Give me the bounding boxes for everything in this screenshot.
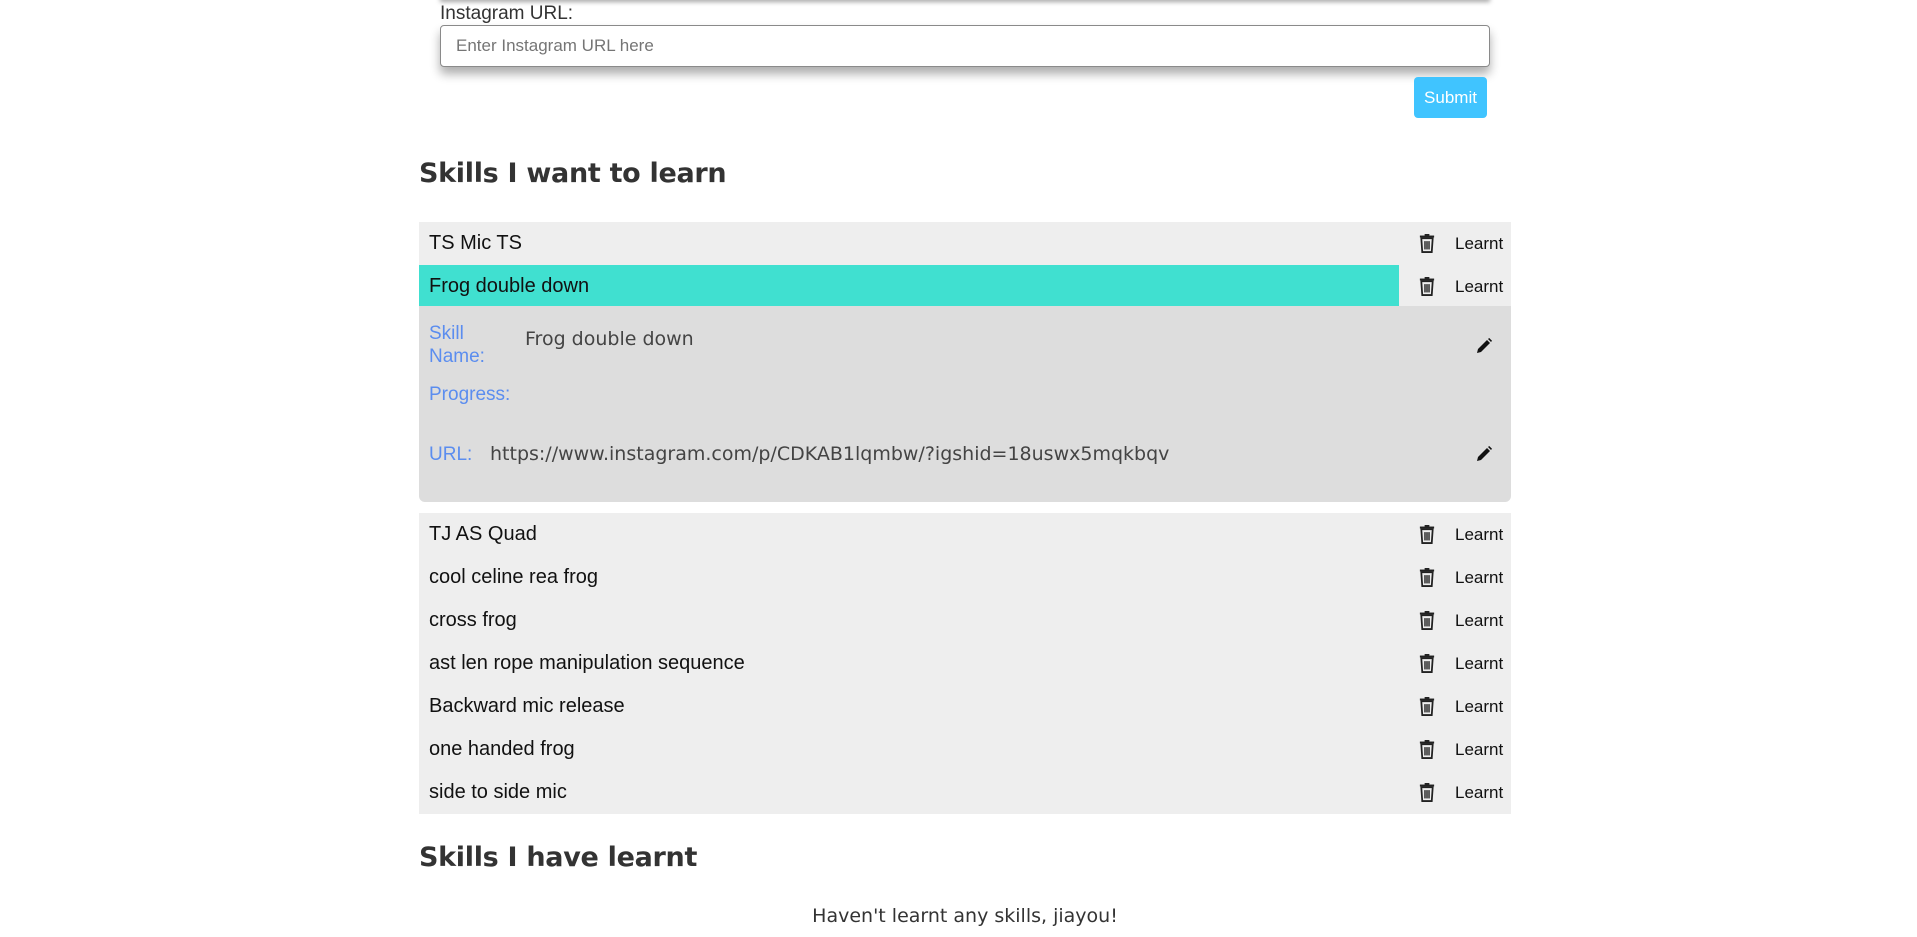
mark-learnt-button[interactable]: Learnt: [1455, 685, 1511, 728]
trash-icon[interactable]: [1418, 525, 1436, 544]
skill-name[interactable]: side to side mic: [419, 771, 1399, 814]
url-value[interactable]: https://www.instagram.com/p/CDKAB1lqmbw/…: [490, 443, 1169, 466]
skill-row[interactable]: ast len rope manipulation sequence Learn…: [419, 642, 1511, 685]
skill-row[interactable]: one handed frog Learnt: [419, 728, 1511, 771]
mark-learnt-button[interactable]: Learnt: [1455, 771, 1511, 814]
skill-name[interactable]: one handed frog: [419, 728, 1399, 771]
skill-row[interactable]: cross frog Learnt: [419, 599, 1511, 642]
skill-name[interactable]: Frog double down: [419, 265, 1399, 308]
trash-icon[interactable]: [1418, 697, 1436, 716]
skill-name[interactable]: TJ AS Quad: [419, 513, 1399, 556]
skill-name[interactable]: Backward mic release: [419, 685, 1399, 728]
pencil-icon[interactable]: [1476, 338, 1492, 354]
trash-icon[interactable]: [1418, 654, 1436, 673]
mark-learnt-button[interactable]: Learnt: [1455, 642, 1511, 685]
learnt-skills-heading: Skills I have learnt: [419, 842, 698, 873]
mark-learnt-button[interactable]: Learnt: [1455, 222, 1511, 265]
trash-icon[interactable]: [1418, 783, 1436, 802]
instagram-url-label: Instagram URL:: [440, 3, 574, 24]
trash-icon[interactable]: [1418, 234, 1436, 253]
skill-name[interactable]: TS Mic TS: [419, 222, 1399, 265]
trash-icon[interactable]: [1418, 740, 1436, 759]
progress-label: Progress:: [429, 384, 511, 405]
want-to-learn-heading: Skills I want to learn: [419, 158, 727, 189]
url-label: URL:: [429, 444, 473, 465]
empty-learnt-message: Haven't learnt any skills, jiayou!: [812, 905, 1118, 927]
mark-learnt-button[interactable]: Learnt: [1455, 265, 1511, 308]
trash-icon[interactable]: [1418, 611, 1436, 630]
submit-button[interactable]: Submit: [1414, 77, 1487, 118]
skill-row[interactable]: TJ AS Quad Learnt: [419, 513, 1511, 556]
mark-learnt-button[interactable]: Learnt: [1455, 599, 1511, 642]
trash-icon[interactable]: [1418, 277, 1436, 296]
skill-name[interactable]: cross frog: [419, 599, 1399, 642]
skill-row[interactable]: TS Mic TS Learnt: [419, 222, 1511, 265]
skill-details-panel: Skill Name: Frog double down Progress: U…: [419, 306, 1511, 502]
skill-name-label: Skill Name:: [429, 323, 485, 367]
mark-learnt-button[interactable]: Learnt: [1455, 728, 1511, 771]
skill-row[interactable]: cool celine rea frog Learnt: [419, 556, 1511, 599]
skill-row[interactable]: Backward mic release Learnt: [419, 685, 1511, 728]
skills-page: Instagram URL: Submit Skills I want to l…: [419, 0, 1511, 937]
skill-name-value: Frog double down: [525, 328, 694, 350]
skill-row-selected[interactable]: Frog double down Learnt: [419, 265, 1511, 308]
pencil-icon[interactable]: [1476, 446, 1492, 462]
mark-learnt-button[interactable]: Learnt: [1455, 556, 1511, 599]
trash-icon[interactable]: [1418, 568, 1436, 587]
instagram-url-input[interactable]: [440, 25, 1490, 67]
skill-row[interactable]: side to side mic Learnt: [419, 771, 1511, 814]
skill-name[interactable]: cool celine rea frog: [419, 556, 1399, 599]
mark-learnt-button[interactable]: Learnt: [1455, 513, 1511, 556]
skill-name[interactable]: ast len rope manipulation sequence: [419, 642, 1399, 685]
